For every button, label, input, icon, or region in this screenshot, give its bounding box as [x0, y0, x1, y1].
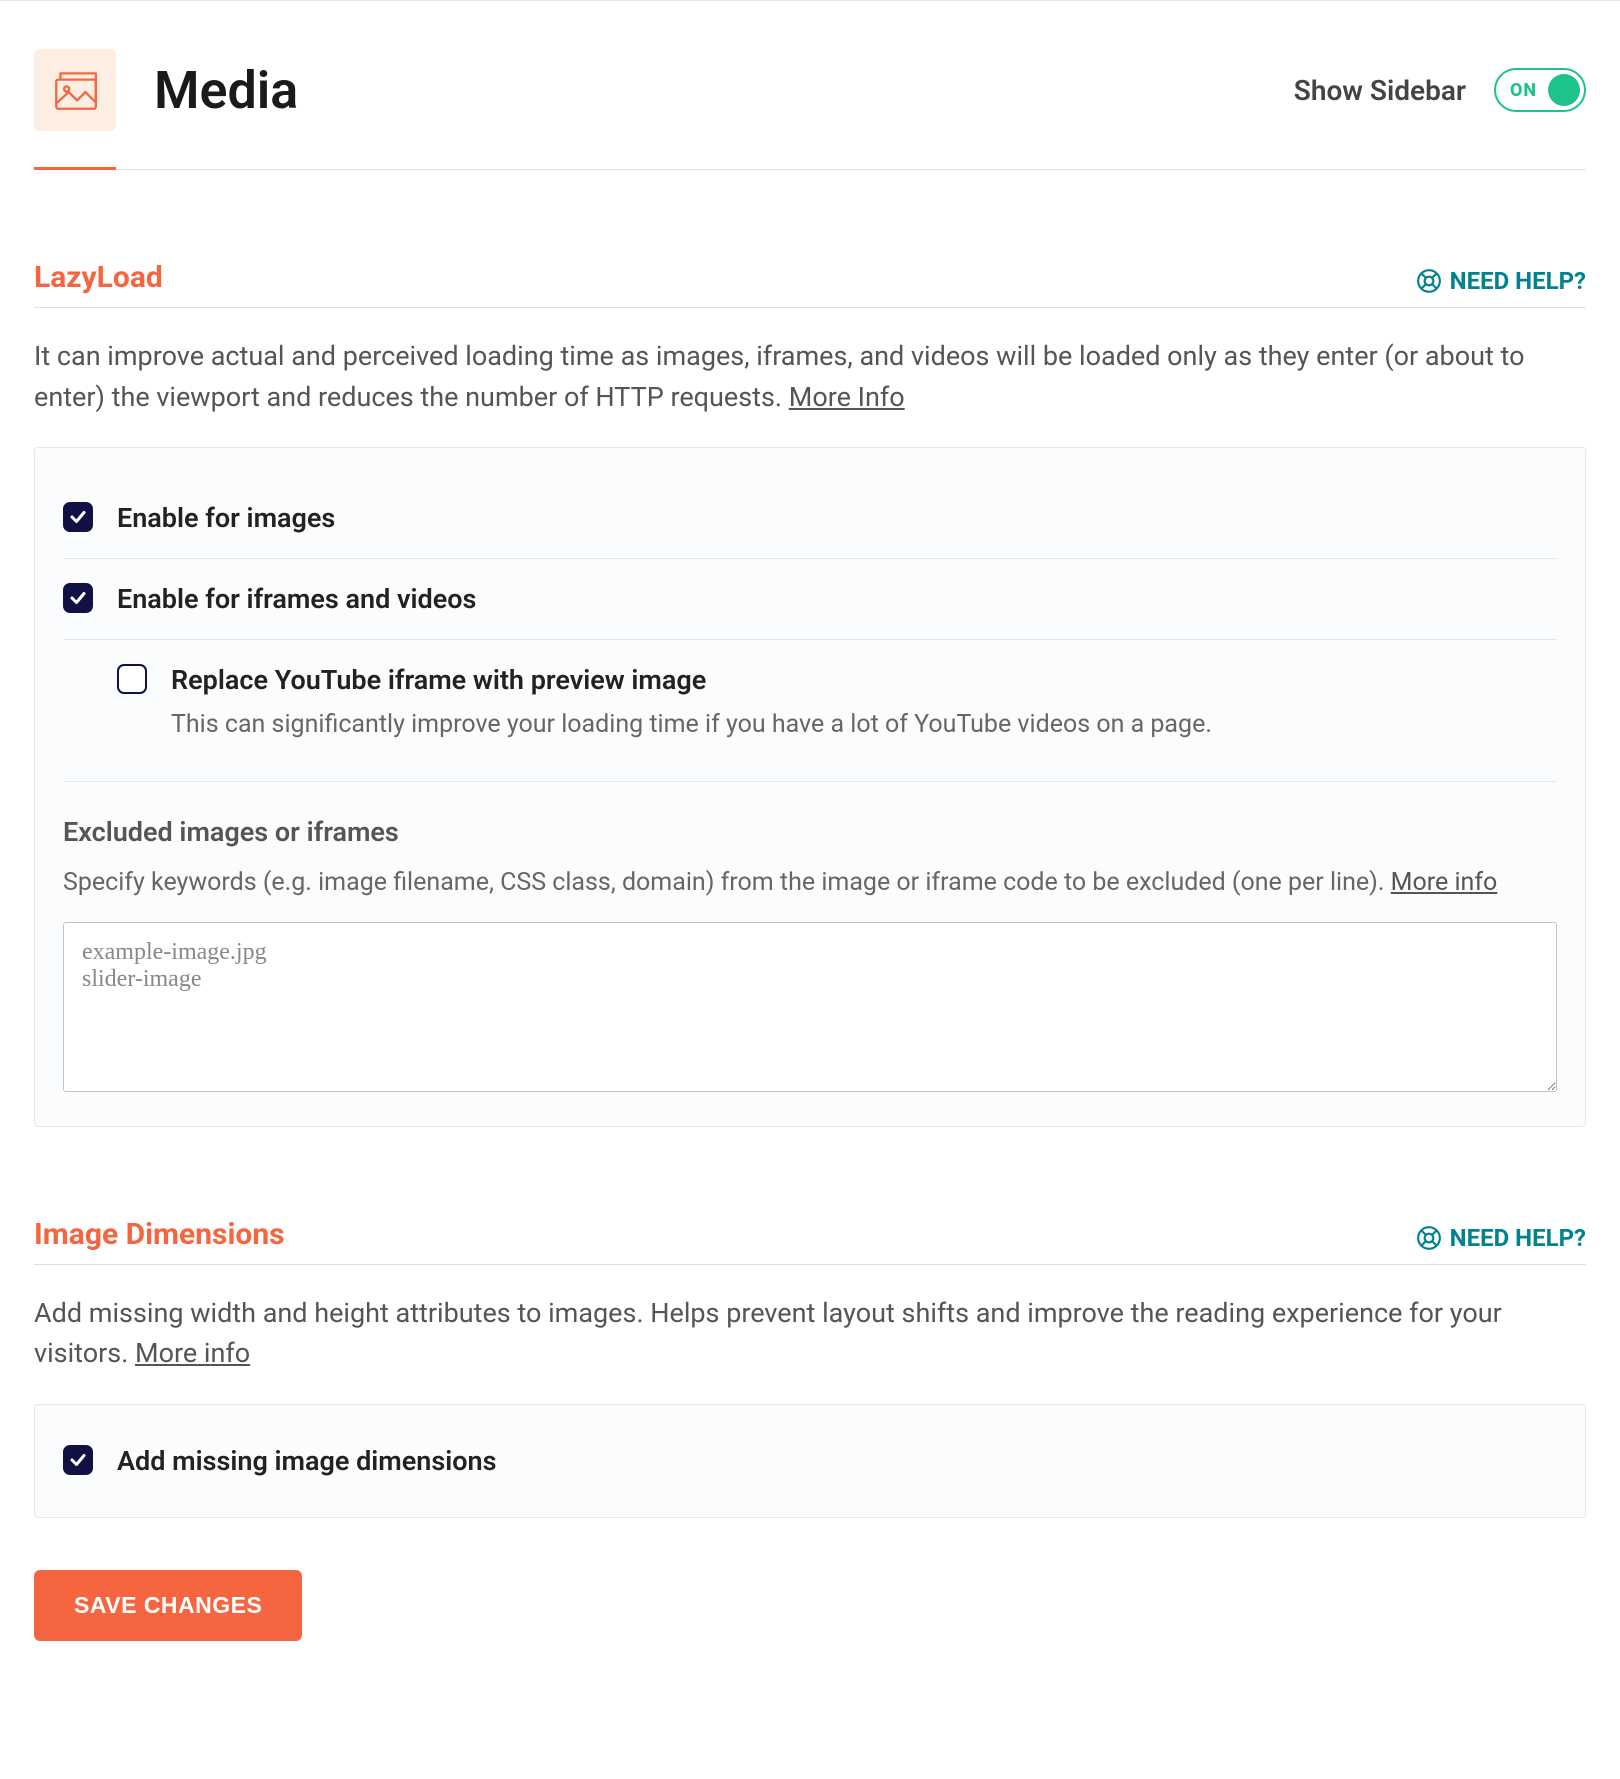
excluded-textarea[interactable] [63, 922, 1557, 1092]
youtube-label: Replace YouTube iframe with preview imag… [171, 664, 1212, 696]
enable-images-label: Enable for images [117, 502, 335, 534]
lazyload-more-info-link[interactable]: More Info [789, 381, 905, 413]
show-sidebar-label: Show Sidebar [1294, 74, 1466, 107]
show-sidebar-toggle[interactable]: ON [1494, 68, 1586, 112]
save-changes-button[interactable]: SAVE CHANGES [34, 1570, 302, 1641]
help-label: NEED HELP? [1450, 267, 1586, 295]
toggle-on-label: ON [1510, 80, 1537, 101]
youtube-row: Replace YouTube iframe with preview imag… [63, 639, 1557, 763]
imgdim-desc: Add missing width and height attributes … [34, 1265, 1586, 1404]
check-icon [69, 508, 87, 526]
help-icon [1416, 268, 1442, 294]
page-header: Media Show Sidebar ON [34, 1, 1586, 170]
imgdim-more-info-link[interactable]: More info [135, 1337, 250, 1369]
enable-images-checkbox[interactable] [63, 502, 93, 532]
add-dimensions-row: Add missing image dimensions [63, 1435, 1557, 1487]
youtube-checkbox[interactable] [117, 664, 147, 694]
help-label: NEED HELP? [1450, 1224, 1586, 1252]
add-dimensions-label: Add missing image dimensions [117, 1445, 497, 1477]
toggle-knob [1548, 74, 1580, 106]
imgdim-help-link[interactable]: NEED HELP? [1416, 1224, 1586, 1252]
excluded-more-info-link[interactable]: More info [1391, 868, 1498, 897]
enable-iframes-checkbox[interactable] [63, 583, 93, 613]
add-dimensions-checkbox[interactable] [63, 1445, 93, 1475]
imgdim-panel: Add missing image dimensions [34, 1404, 1586, 1518]
lazyload-help-link[interactable]: NEED HELP? [1416, 267, 1586, 295]
check-icon [69, 589, 87, 607]
divider [63, 781, 1557, 782]
imgdim-section: Image Dimensions NEED HELP? Add missing … [34, 1217, 1586, 1518]
page-title: Media [154, 60, 298, 121]
lazyload-section: LazyLoad NEED HELP? It can improve actua… [34, 260, 1586, 1127]
lazyload-panel: Enable for images Enable for iframes and… [34, 447, 1586, 1127]
excluded-head: Excluded images or iframes [63, 816, 1557, 848]
imgdim-title: Image Dimensions [34, 1217, 285, 1252]
media-icon [34, 49, 116, 131]
check-icon [69, 1451, 87, 1469]
lazyload-desc: It can improve actual and perceived load… [34, 308, 1586, 447]
enable-images-row: Enable for images [63, 478, 1557, 558]
enable-iframes-row: Enable for iframes and videos [63, 558, 1557, 639]
enable-iframes-label: Enable for iframes and videos [117, 583, 476, 615]
excluded-desc: Specify keywords (e.g. image filename, C… [63, 864, 1557, 902]
help-icon [1416, 1225, 1442, 1251]
lazyload-title: LazyLoad [34, 260, 163, 295]
youtube-sub: This can significantly improve your load… [171, 710, 1212, 739]
